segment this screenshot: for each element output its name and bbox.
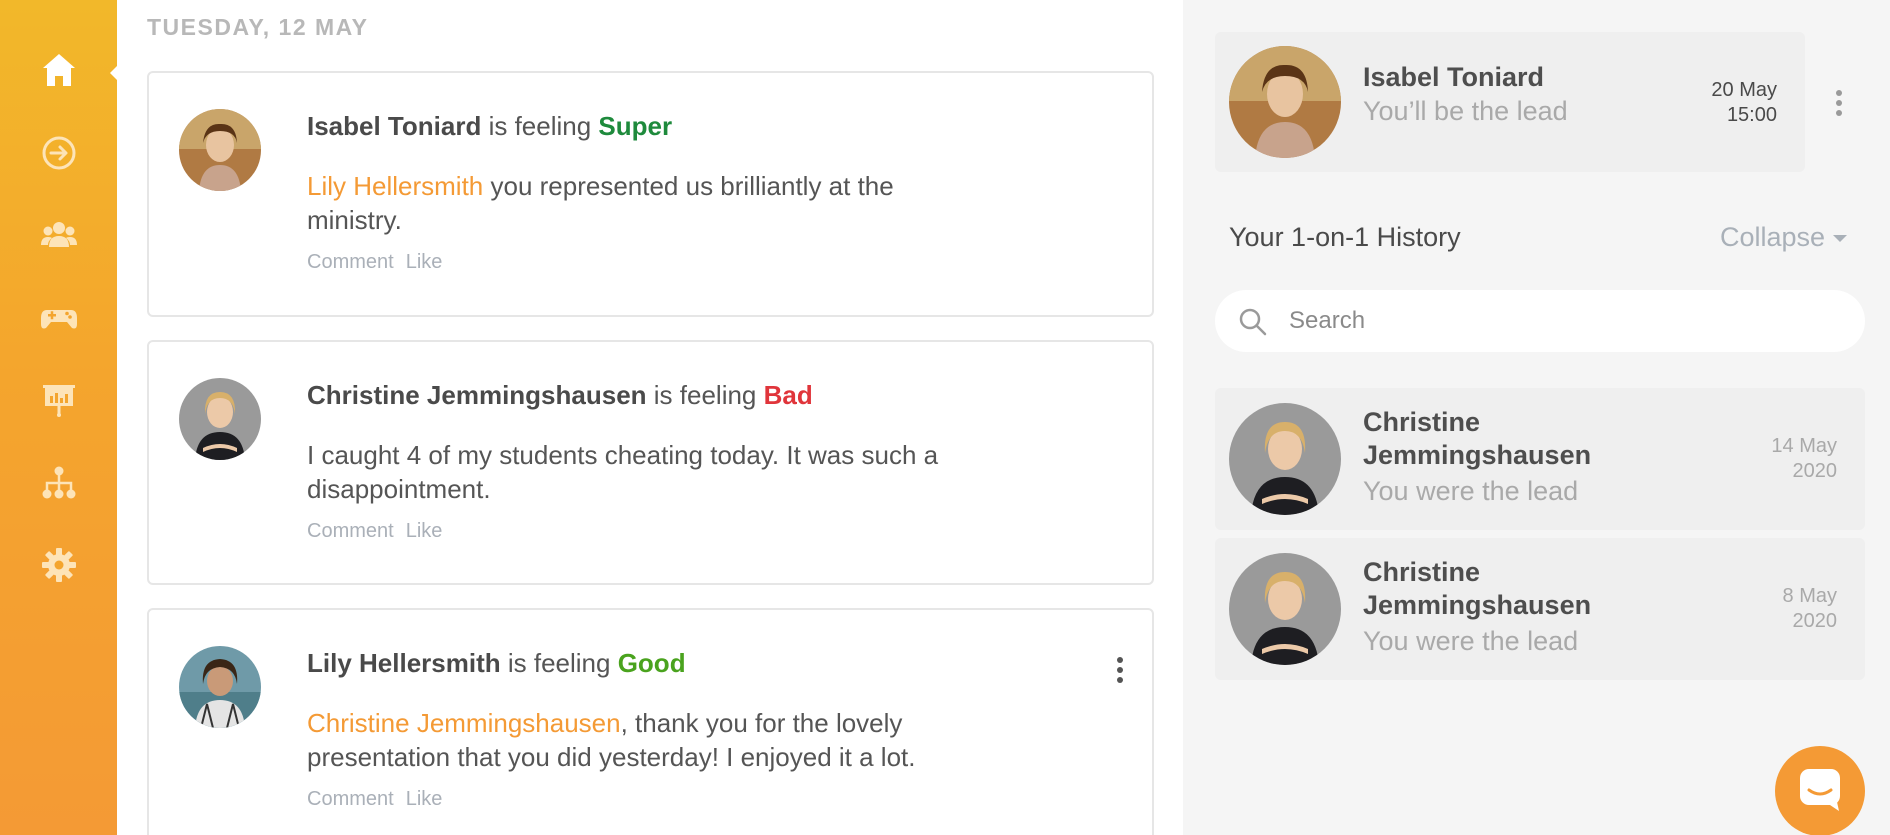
search-box <box>1215 290 1865 352</box>
chat-launcher-button[interactable] <box>1775 746 1865 835</box>
sidebar-item-home[interactable] <box>34 45 84 95</box>
search-input[interactable] <box>1289 290 1849 352</box>
feed: TUESDAY, 12 MAY Isabel Toniard is feelin… <box>117 0 1183 835</box>
mention-link[interactable]: Lily Hellersmith <box>307 171 483 201</box>
avatar[interactable] <box>179 109 261 191</box>
sidebar-item-presentations[interactable] <box>34 375 84 425</box>
users-icon <box>41 222 77 247</box>
sidebar-item-team[interactable] <box>34 210 84 260</box>
collapse-button[interactable]: Collapse <box>1720 222 1848 253</box>
feed-post: Isabel Toniard is feeling Super Lily Hel… <box>147 71 1154 317</box>
arrow-right-circle-icon <box>42 136 76 170</box>
upcoming-name: Isabel Toniard <box>1363 62 1545 92</box>
history-date: 14 May 2020 <box>1771 434 1837 484</box>
history-date: 8 May 2020 <box>1783 584 1837 634</box>
sidebar-item-settings[interactable] <box>34 540 84 590</box>
presentation-chart-icon <box>43 385 75 417</box>
org-chart-icon <box>42 466 76 499</box>
post-actions: Comment Like <box>307 251 454 274</box>
mood-label: Super <box>598 111 673 141</box>
history-day: 8 May <box>1782 585 1837 607</box>
like-button[interactable]: Like <box>406 788 443 810</box>
mood-label: Good <box>617 648 686 678</box>
post-body: Christine Jemmingshausen, thank you for … <box>307 706 967 774</box>
avatar[interactable] <box>179 378 261 460</box>
history-day: 14 May <box>1771 435 1837 457</box>
post-author[interactable]: Lily Hellersmith <box>307 648 501 678</box>
post-author[interactable]: Christine Jemmingshausen <box>307 380 647 410</box>
sidebar <box>0 0 119 835</box>
post-headline: Christine Jemmingshausen is feeling Bad <box>307 380 813 411</box>
chat-icon <box>1800 769 1840 811</box>
history-item[interactable]: Christine Jemmingshausen You were the le… <box>1215 388 1865 530</box>
feeling-text: is feeling <box>646 380 764 410</box>
post-actions: Comment Like <box>307 520 454 543</box>
history-role: You were the lead <box>1363 476 1579 506</box>
comment-button[interactable]: Comment <box>307 251 394 273</box>
history-name: Christine Jemmingshausen <box>1363 557 1592 620</box>
upcoming-datetime: 20 May 15:00 <box>1711 78 1777 128</box>
right-panel: Isabel Toniard You’ll be the lead 20 May… <box>1183 0 1890 835</box>
like-button[interactable]: Like <box>406 251 443 273</box>
app-root: TUESDAY, 12 MAY Isabel Toniard is feelin… <box>0 0 1890 835</box>
post-body: I caught 4 of my students cheating today… <box>307 438 967 506</box>
avatar <box>1229 403 1341 515</box>
comment-button[interactable]: Comment <box>307 520 394 542</box>
date-heading: TUESDAY, 12 MAY <box>147 14 369 40</box>
history-title: Your 1-on-1 History <box>1229 222 1461 252</box>
post-text: I caught 4 of my students cheating today… <box>307 440 939 504</box>
history-name: Christine Jemmingshausen <box>1363 407 1592 470</box>
more-options-icon[interactable] <box>1833 88 1845 118</box>
feeling-text: is feeling <box>500 648 618 678</box>
avatar <box>1229 46 1341 158</box>
comment-button[interactable]: Comment <box>307 788 394 810</box>
feeling-text: is feeling <box>481 111 599 141</box>
avatar[interactable] <box>179 646 261 728</box>
post-actions: Comment Like <box>307 788 454 811</box>
history-year: 2020 <box>1792 610 1838 632</box>
like-button[interactable]: Like <box>406 520 443 542</box>
feed-post: Lily Hellersmith is feeling Good Christi… <box>147 608 1154 835</box>
mention-link[interactable]: Christine Jemmingshausen <box>307 708 621 738</box>
history-year: 2020 <box>1792 460 1838 482</box>
upcoming-one-on-one[interactable]: Isabel Toniard You’ll be the lead 20 May… <box>1215 32 1805 172</box>
post-headline: Lily Hellersmith is feeling Good <box>307 648 686 679</box>
history-item[interactable]: Christine Jemmingshausen You were the le… <box>1215 538 1865 680</box>
history-role: You were the lead <box>1363 626 1579 656</box>
post-headline: Isabel Toniard is feeling Super <box>307 111 672 142</box>
gear-icon <box>42 548 76 582</box>
mood-label: Bad <box>763 380 813 410</box>
sidebar-item-games[interactable] <box>34 293 84 343</box>
sidebar-item-checkin[interactable] <box>34 128 84 178</box>
upcoming-time: 15:00 <box>1726 104 1777 126</box>
gamepad-icon <box>41 310 77 329</box>
post-body: Lily Hellersmith you represented us bril… <box>307 169 967 237</box>
more-options-icon[interactable] <box>1114 655 1126 685</box>
caret-down-icon <box>1833 235 1848 243</box>
post-author[interactable]: Isabel Toniard <box>307 111 481 141</box>
sidebar-item-organisation[interactable] <box>34 458 84 508</box>
feed-post: Christine Jemmingshausen is feeling Bad … <box>147 340 1154 585</box>
collapse-label: Collapse <box>1720 222 1826 252</box>
avatar <box>1229 553 1341 665</box>
upcoming-date: 20 May <box>1711 79 1777 101</box>
upcoming-role: You’ll be the lead <box>1363 96 1568 126</box>
search-icon <box>1239 308 1267 336</box>
home-icon <box>43 54 75 86</box>
